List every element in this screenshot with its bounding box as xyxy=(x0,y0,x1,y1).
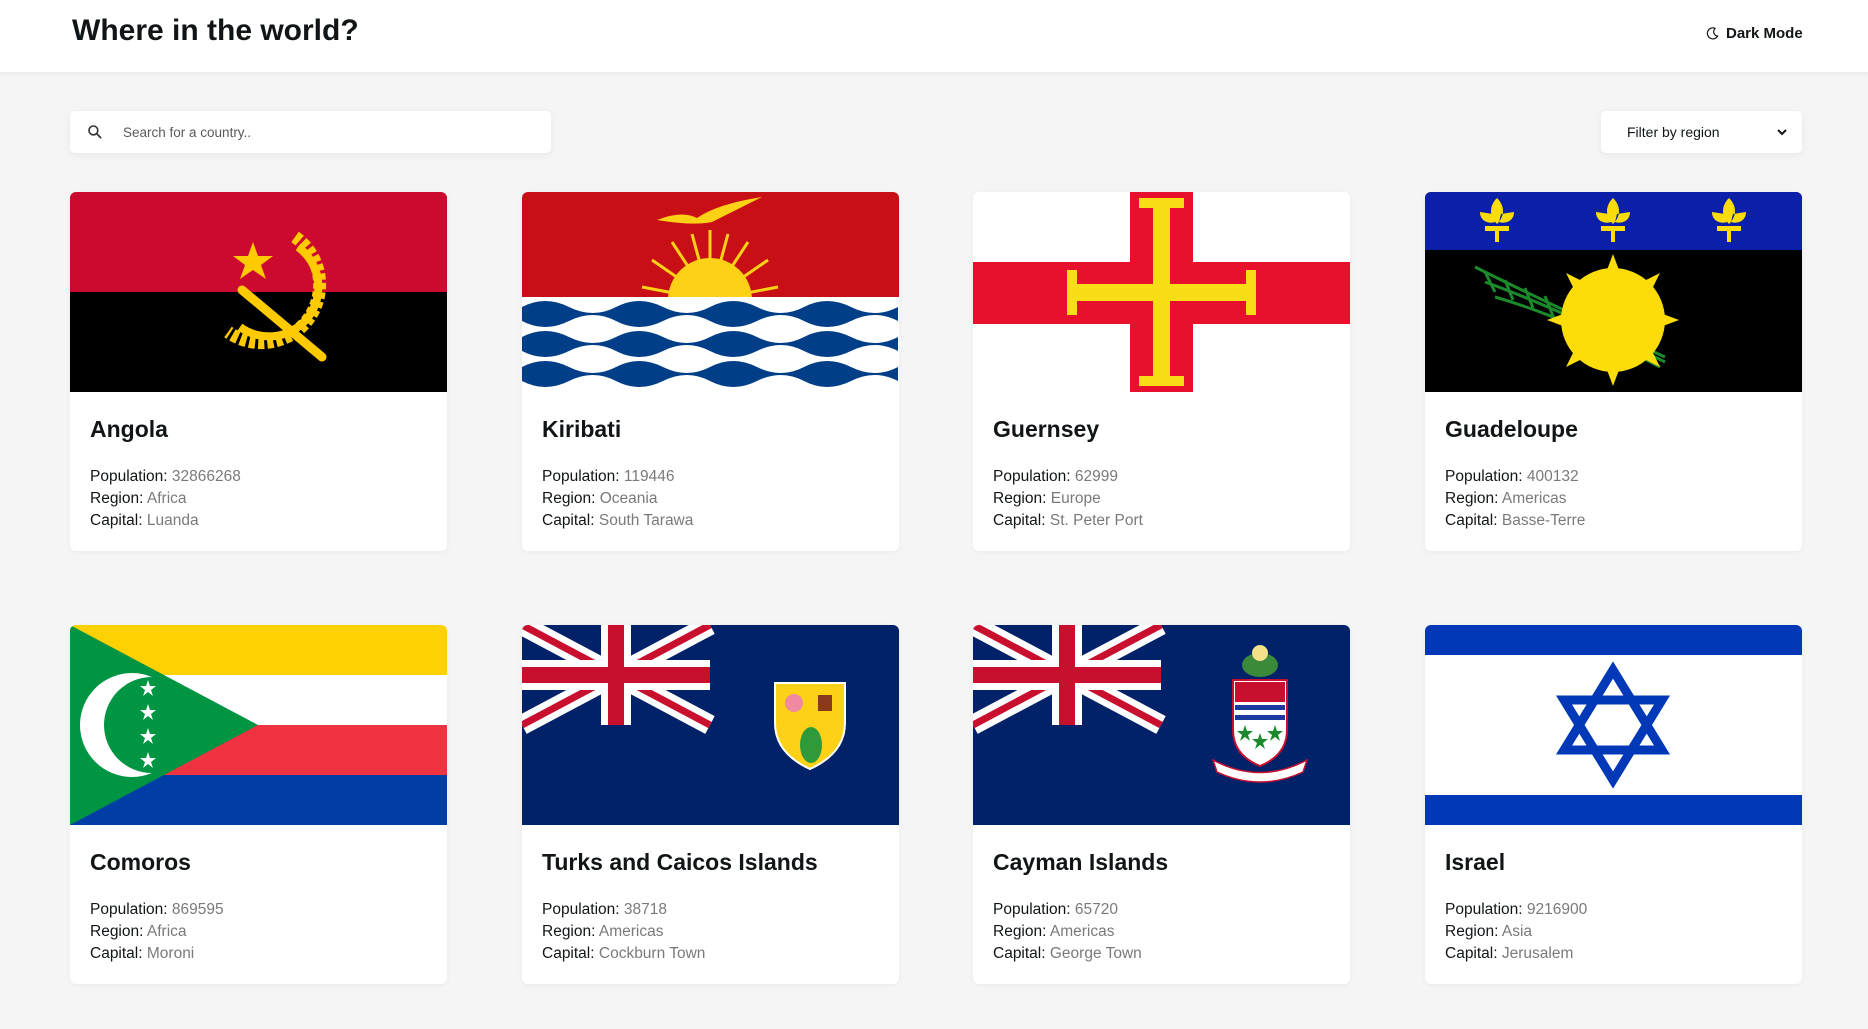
population-value: 869595 xyxy=(171,901,224,918)
country-info: Population: 9216900 Region: Asia Capital… xyxy=(1445,899,1587,965)
country-card[interactable]: Guadeloupe Population: 400132 Region: Am… xyxy=(1425,192,1802,551)
region-row: Region: Africa xyxy=(90,923,187,940)
country-info: Population: 62999 Region: Europe Capital… xyxy=(993,466,1143,532)
comoros-flag xyxy=(70,625,447,825)
search-input[interactable] xyxy=(121,123,525,141)
region-filter-label: Filter by region xyxy=(1627,124,1720,140)
region-row: Region: Americas xyxy=(993,923,1115,940)
capital-value: South Tarawa xyxy=(598,512,694,529)
moon-icon xyxy=(1706,26,1719,39)
turks-and-caicos-flag xyxy=(522,625,899,825)
population-row: Population: 869595 xyxy=(90,901,224,918)
country-info: Population: 32866268 Region: Africa Capi… xyxy=(90,466,241,532)
region-value: Americas xyxy=(598,923,664,940)
region-value: Europe xyxy=(1050,490,1101,507)
region-row: Region: Oceania xyxy=(542,490,658,507)
app-title: Where in the world? xyxy=(72,14,359,47)
population-value: 65720 xyxy=(1074,901,1118,918)
country-card[interactable]: Kiribati Population: 119446 Region: Ocea… xyxy=(522,192,899,551)
country-info: Population: 119446 Region: Oceania Capit… xyxy=(542,466,693,532)
region-row: Region: Europe xyxy=(993,490,1101,507)
chevron-down-icon xyxy=(1777,129,1787,136)
country-name: Israel xyxy=(1445,849,1506,875)
cayman-islands-flag xyxy=(973,625,1350,825)
search-box[interactable] xyxy=(70,111,551,153)
country-name: Cayman Islands xyxy=(993,849,1169,875)
population-row: Population: 38718 xyxy=(542,901,667,918)
country-name: Turks and Caicos Islands xyxy=(542,849,818,875)
search-icon xyxy=(88,125,102,139)
country-card[interactable]: Angola Population: 32866268 Region: Afri… xyxy=(70,192,447,551)
dark-mode-toggle[interactable]: Dark Mode xyxy=(1706,22,1803,44)
country-card[interactable]: Israel Population: 9216900 Region: Asia … xyxy=(1425,625,1802,984)
population-value: 400132 xyxy=(1526,468,1579,485)
capital-row: Capital: George Town xyxy=(993,945,1142,962)
country-name: Guadeloupe xyxy=(1445,416,1578,442)
country-card[interactable]: Comoros Population: 869595 Region: Afric… xyxy=(70,625,447,984)
country-name: Kiribati xyxy=(542,416,622,442)
capital-value: Luanda xyxy=(146,512,199,529)
population-value: 38718 xyxy=(623,901,667,918)
capital-row: Capital: St. Peter Port xyxy=(993,512,1143,529)
population-value: 9216900 xyxy=(1526,901,1588,918)
capital-value: Moroni xyxy=(146,945,195,962)
region-row: Region: Africa xyxy=(90,490,187,507)
region-row: Region: Asia xyxy=(1445,923,1533,940)
region-value: Americas xyxy=(1049,923,1115,940)
angola-flag xyxy=(70,192,447,392)
region-filter-select[interactable]: Filter by region xyxy=(1601,111,1802,153)
country-name: Angola xyxy=(90,416,168,442)
capital-value: St. Peter Port xyxy=(1049,512,1143,529)
capital-value: Jerusalem xyxy=(1501,945,1574,962)
population-row: Population: 32866268 xyxy=(90,468,241,485)
region-value: Africa xyxy=(146,490,187,507)
israel-flag xyxy=(1425,625,1802,825)
country-card[interactable]: Turks and Caicos Islands Population: 387… xyxy=(522,625,899,984)
guadeloupe-flag xyxy=(1425,192,1802,392)
population-value: 119446 xyxy=(623,468,675,485)
capital-row: Capital: Luanda xyxy=(90,512,199,529)
population-row: Population: 119446 xyxy=(542,468,675,485)
country-name: Comoros xyxy=(90,849,191,875)
capital-row: Capital: Jerusalem xyxy=(1445,945,1574,962)
region-row: Region: Americas xyxy=(542,923,664,940)
kiribati-flag xyxy=(522,192,899,392)
capital-row: Capital: Moroni xyxy=(90,945,195,962)
country-name: Guernsey xyxy=(993,416,1100,442)
country-info: Population: 869595 Region: Africa Capita… xyxy=(90,899,224,965)
population-value: 62999 xyxy=(1074,468,1118,485)
country-info: Population: 400132 Region: Americas Capi… xyxy=(1445,466,1585,532)
country-card[interactable]: Guernsey Population: 62999 Region: Europ… xyxy=(973,192,1350,551)
region-value: Africa xyxy=(146,923,187,940)
capital-row: Capital: Basse-Terre xyxy=(1445,512,1586,529)
capital-row: Capital: South Tarawa xyxy=(542,512,694,529)
region-value: Americas xyxy=(1501,490,1567,507)
population-row: Population: 9216900 xyxy=(1445,901,1588,918)
capital-row: Capital: Cockburn Town xyxy=(542,945,706,962)
population-row: Population: 65720 xyxy=(993,901,1118,918)
region-value: Asia xyxy=(1501,923,1533,940)
top-bar: Where in the world? Dark Mode xyxy=(0,0,1868,72)
capital-value: Basse-Terre xyxy=(1501,512,1586,529)
population-value: 32866268 xyxy=(171,468,241,485)
capital-value: Cockburn Town xyxy=(598,945,706,962)
dark-mode-label: Dark Mode xyxy=(1726,24,1803,42)
population-row: Population: 400132 xyxy=(1445,468,1579,485)
capital-value: George Town xyxy=(1049,945,1142,962)
country-info: Population: 38718 Region: Americas Capit… xyxy=(542,899,705,965)
country-card[interactable]: Cayman Islands Population: 65720 Region:… xyxy=(973,625,1350,984)
population-row: Population: 62999 xyxy=(993,468,1118,485)
region-value: Oceania xyxy=(599,490,658,507)
region-row: Region: Americas xyxy=(1445,490,1567,507)
guernsey-flag xyxy=(973,192,1350,392)
country-info: Population: 65720 Region: Americas Capit… xyxy=(993,899,1142,965)
